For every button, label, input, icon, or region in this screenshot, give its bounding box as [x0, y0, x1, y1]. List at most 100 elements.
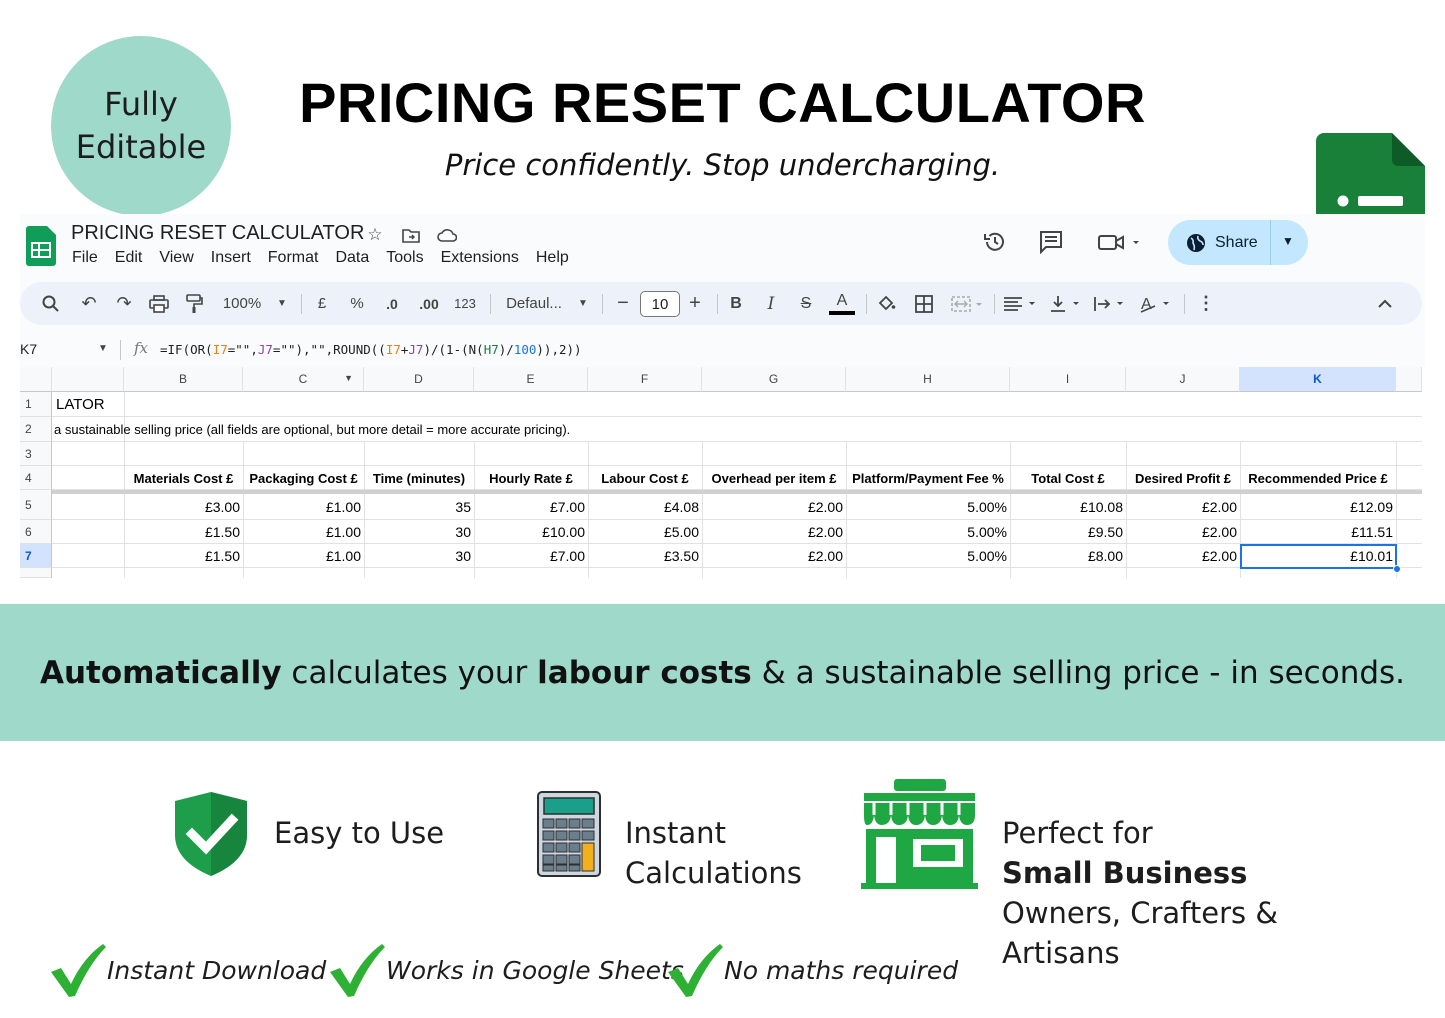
- name-box[interactable]: K7: [20, 341, 37, 357]
- data-cell[interactable]: £2.00: [1126, 494, 1240, 520]
- data-cell[interactable]: £3.50: [588, 544, 702, 568]
- data-cell[interactable]: £2.00: [1126, 544, 1240, 568]
- italic-icon[interactable]: I: [761, 282, 781, 325]
- column-heading-cell[interactable]: Overhead per item £: [702, 466, 846, 490]
- data-cell[interactable]: £1.50: [124, 520, 243, 544]
- menu-file[interactable]: File: [72, 249, 98, 267]
- menu-insert[interactable]: Insert: [211, 249, 251, 267]
- meet-video-icon[interactable]: [1097, 232, 1139, 252]
- column-header-f[interactable]: F: [588, 367, 702, 392]
- data-cell[interactable]: £11.51: [1240, 520, 1396, 544]
- column-heading-cell[interactable]: Packaging Cost £: [243, 466, 364, 490]
- more-formats-button[interactable]: 123: [452, 282, 478, 325]
- data-cell[interactable]: £10.00: [474, 520, 588, 544]
- data-cell[interactable]: £1.00: [243, 494, 364, 520]
- data-cell[interactable]: £3.00: [124, 494, 243, 520]
- data-cell[interactable]: £9.50: [1010, 520, 1126, 544]
- row-header-6[interactable]: 6: [20, 520, 52, 544]
- decrease-decimal-button[interactable]: .0: [380, 282, 404, 325]
- name-box-dropdown-icon[interactable]: ▼: [98, 343, 108, 354]
- fill-handle[interactable]: [1393, 565, 1401, 573]
- data-cell[interactable]: £2.00: [702, 520, 846, 544]
- increase-font-size-icon[interactable]: +: [686, 282, 704, 325]
- row-header-7[interactable]: 7: [20, 544, 52, 568]
- column-header-b[interactable]: B: [124, 367, 243, 392]
- column-header-i[interactable]: I: [1010, 367, 1126, 392]
- vertical-align-icon[interactable]: [1048, 282, 1086, 325]
- format-currency-button[interactable]: £: [312, 282, 332, 325]
- column-header-d[interactable]: D: [364, 367, 474, 392]
- share-dropdown-icon[interactable]: ▼: [1282, 234, 1294, 248]
- column-header-a[interactable]: [52, 367, 124, 392]
- star-icon[interactable]: ☆: [364, 224, 386, 246]
- column-filter-dropdown-icon[interactable]: ▼: [344, 373, 353, 383]
- menu-edit[interactable]: Edit: [115, 249, 143, 267]
- column-heading-cell[interactable]: Labour Cost £: [588, 466, 702, 490]
- data-cell[interactable]: 30: [364, 544, 474, 568]
- column-header-g[interactable]: G: [702, 367, 846, 392]
- text-wrapping-icon[interactable]: [1092, 282, 1130, 325]
- data-cell[interactable]: £10.08: [1010, 494, 1126, 520]
- data-cell[interactable]: £7.00: [474, 494, 588, 520]
- paint-format-icon[interactable]: [182, 282, 206, 325]
- row-header-1[interactable]: 1: [20, 392, 52, 417]
- collapse-toolbar-icon[interactable]: [1375, 282, 1395, 325]
- data-cell[interactable]: £7.00: [474, 544, 588, 568]
- cloud-status-icon[interactable]: [436, 224, 458, 246]
- bold-icon[interactable]: B: [726, 282, 746, 325]
- font-select[interactable]: Defaul...: [502, 282, 566, 325]
- horizontal-align-icon[interactable]: [1002, 282, 1040, 325]
- column-heading-cell[interactable]: Materials Cost £: [124, 466, 243, 490]
- decrease-font-size-icon[interactable]: −: [614, 282, 632, 325]
- column-header-e[interactable]: E: [474, 367, 588, 392]
- text-color-icon[interactable]: A: [829, 282, 855, 325]
- borders-icon[interactable]: [913, 282, 935, 325]
- data-cell[interactable]: £1.50: [124, 544, 243, 568]
- data-cell[interactable]: 30: [364, 520, 474, 544]
- column-header-l[interactable]: [1396, 367, 1422, 392]
- menu-format[interactable]: Format: [268, 249, 319, 267]
- data-cell[interactable]: 5.00%: [846, 494, 1010, 520]
- strikethrough-icon[interactable]: S: [796, 282, 816, 325]
- data-cell[interactable]: £12.09: [1240, 494, 1396, 520]
- merge-cells-icon[interactable]: [948, 282, 988, 325]
- zoom-select[interactable]: 100%: [219, 282, 265, 325]
- row-header-3[interactable]: 3: [20, 442, 52, 466]
- data-cell[interactable]: £1.00: [243, 544, 364, 568]
- column-heading-cell[interactable]: Time (minutes): [364, 466, 474, 490]
- data-cell[interactable]: £2.00: [702, 494, 846, 520]
- menu-data[interactable]: Data: [335, 249, 369, 267]
- menu-extensions[interactable]: Extensions: [441, 249, 519, 267]
- row-header-4[interactable]: 4: [20, 466, 52, 490]
- font-dropdown-icon[interactable]: ▼: [576, 282, 590, 325]
- sheets-doc-icon[interactable]: [26, 226, 56, 266]
- column-heading-cell[interactable]: Hourly Rate £: [474, 466, 588, 490]
- column-heading-cell[interactable]: Platform/Payment Fee %: [846, 466, 1010, 490]
- text-rotation-icon[interactable]: A: [1138, 282, 1176, 325]
- menu-help[interactable]: Help: [536, 249, 569, 267]
- increase-decimal-button[interactable]: .00: [416, 282, 442, 325]
- menu-view[interactable]: View: [159, 249, 193, 267]
- data-cell[interactable]: £5.00: [588, 520, 702, 544]
- active-cell-selection[interactable]: [1240, 544, 1397, 569]
- data-cell[interactable]: 35: [364, 494, 474, 520]
- column-header-k[interactable]: K: [1240, 367, 1396, 392]
- row-header-8[interactable]: [20, 568, 52, 578]
- column-heading-cell[interactable]: Desired Profit £: [1126, 466, 1240, 490]
- data-cell[interactable]: 5.00%: [846, 544, 1010, 568]
- row-header-2[interactable]: 2: [20, 417, 52, 442]
- column-header-h[interactable]: H: [846, 367, 1010, 392]
- format-percent-button[interactable]: %: [347, 282, 367, 325]
- column-heading-cell[interactable]: Recommended Price £: [1240, 466, 1396, 490]
- column-heading-cell[interactable]: Total Cost £: [1010, 466, 1126, 490]
- font-size-input[interactable]: 10: [640, 291, 680, 317]
- document-title[interactable]: PRICING RESET CALCULATOR: [71, 222, 364, 245]
- data-cell[interactable]: 5.00%: [846, 520, 1010, 544]
- data-cell[interactable]: £4.08: [588, 494, 702, 520]
- select-all-corner[interactable]: [20, 367, 52, 392]
- data-cell[interactable]: £2.00: [702, 544, 846, 568]
- data-cell[interactable]: £8.00: [1010, 544, 1126, 568]
- column-header-c[interactable]: C ▼: [243, 367, 364, 392]
- menu-tools[interactable]: Tools: [386, 249, 423, 267]
- redo-icon[interactable]: ↷: [112, 282, 136, 325]
